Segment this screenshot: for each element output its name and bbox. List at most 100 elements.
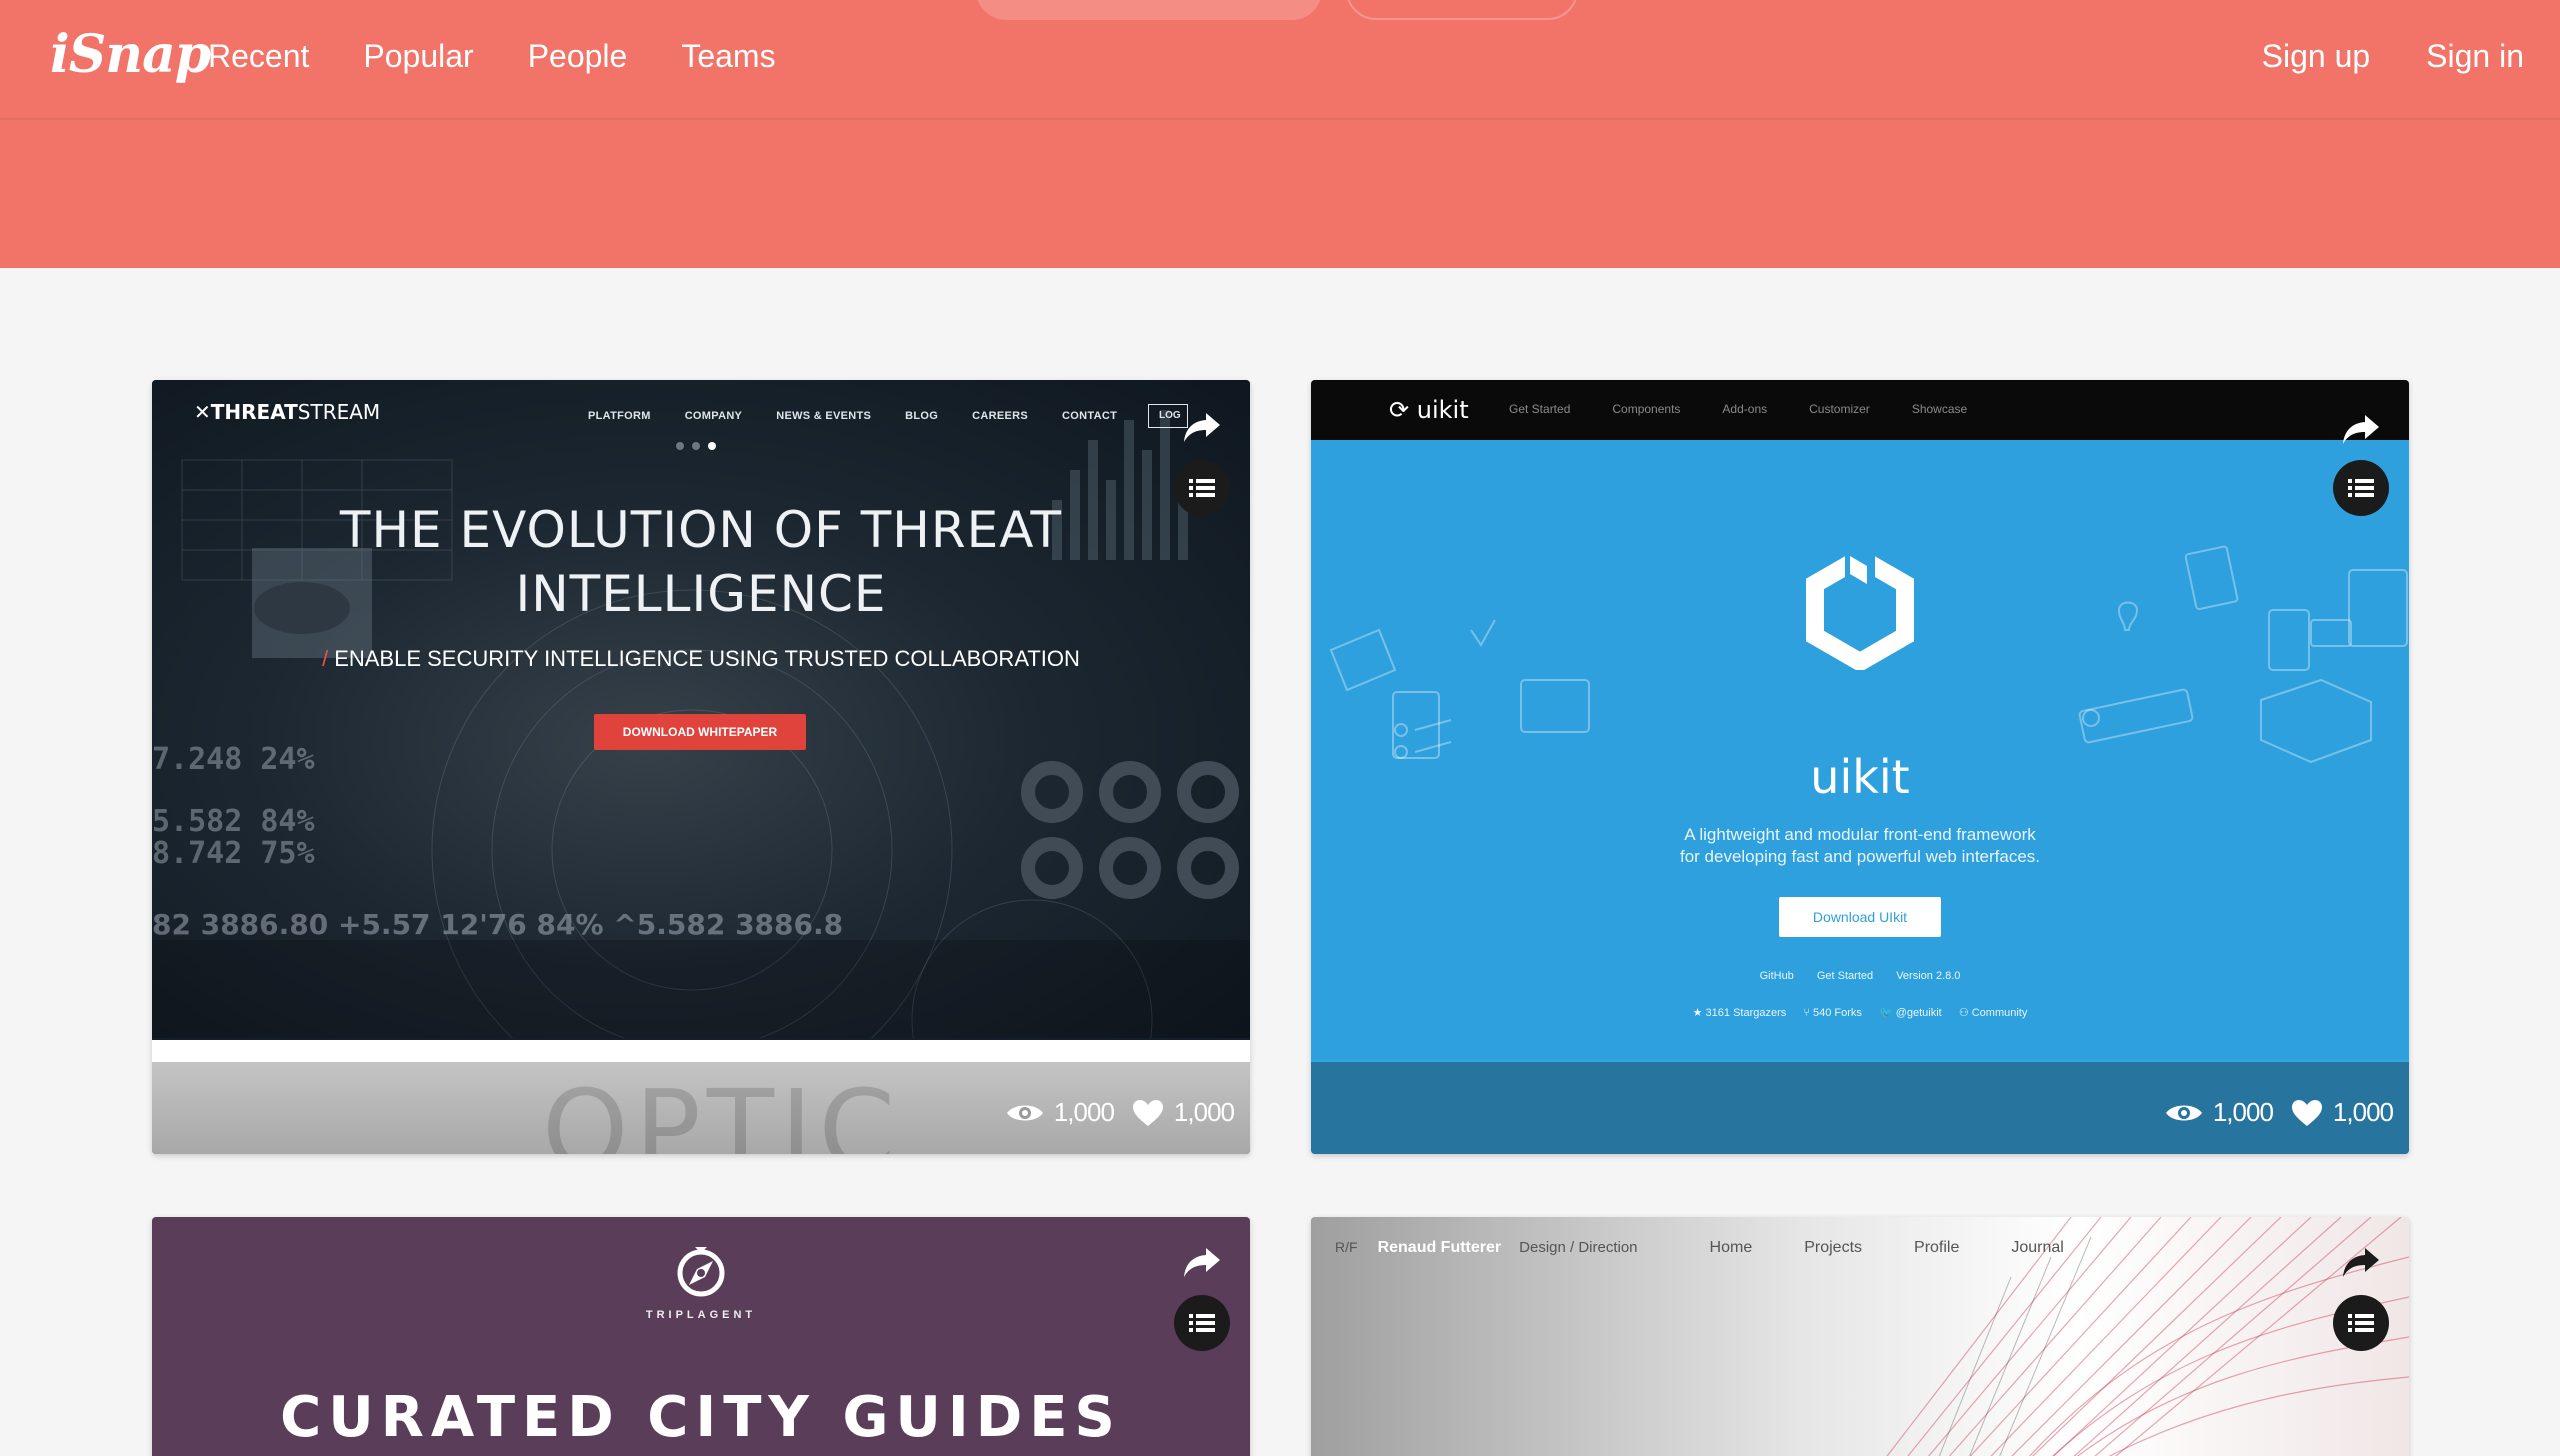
card-stats-bar: 1,000 1,000	[1311, 1062, 2409, 1154]
bg-number: 7.248 24%	[152, 742, 315, 777]
bg-number-stream: 82 3886.80 +5.57 12'76 84% ^5.582 3886.8	[152, 908, 844, 941]
bg-number: 8.742 75%	[152, 836, 315, 871]
site-cta: DOWNLOAD WHITEPAPER	[594, 714, 806, 750]
site-brand: TRIPLAGENT	[645, 1309, 757, 1321]
filter-pill[interactable]	[1346, 0, 1578, 20]
heart-icon[interactable]	[2291, 1099, 2323, 1127]
list-icon	[2348, 479, 2374, 497]
site-brand: ✕THREATSTREAM	[194, 400, 380, 424]
site-monogram: R/F	[1335, 1239, 1358, 1255]
site-meta-item: ★ 3161 Stargazers	[1692, 1007, 1787, 1019]
share-button[interactable]	[1174, 1235, 1230, 1291]
site-meta-item: ⚇ Community	[1958, 1007, 2028, 1019]
hero-banner: iSnap Recent Popular People Teams Sign u…	[0, 0, 2560, 268]
snap-screenshot[interactable]: ✕THREATSTREAM PLATFORM COMPANY NEWS & EV…	[152, 380, 1250, 1038]
headline-line: INTELLIGENCE	[515, 565, 887, 623]
eye-icon	[1006, 1105, 1043, 1120]
site-menu-item: Get Started	[1509, 402, 1571, 416]
site-menu-item: NEWS & EVENTS	[776, 410, 872, 422]
list-button[interactable]	[2333, 460, 2389, 516]
site-menu-item: Projects	[1804, 1239, 1863, 1256]
site-menu-item: COMPANY	[684, 410, 743, 422]
brand-bold: THREAT	[210, 400, 298, 424]
site-meta-item: ⑂ 540 Forks	[1803, 1007, 1862, 1019]
share-arrow-icon	[1184, 413, 1220, 442]
share-arrow-icon	[2343, 1248, 2379, 1277]
site-link: Get Started	[1816, 970, 1874, 982]
description-line: A lightweight and modular front-end fram…	[1684, 825, 2036, 844]
nav-popular[interactable]: Popular	[363, 38, 473, 75]
subheadline-text: ENABLE SECURITY INTELLIGENCE USING TRUST…	[334, 646, 1080, 671]
uikit-logo-icon: ⟳	[1389, 396, 1410, 424]
brand-x-icon: ✕	[194, 400, 211, 424]
site-logo[interactable]: iSnap	[50, 24, 211, 85]
bg-footer-word: OPTIC	[542, 1066, 902, 1154]
list-icon	[1189, 479, 1215, 497]
share-button[interactable]	[2333, 402, 2389, 458]
signin-link[interactable]: Sign in	[2426, 38, 2524, 75]
headline-line: THE EVOLUTION OF THREAT	[339, 501, 1063, 559]
nav-people[interactable]: People	[528, 38, 628, 75]
subheadline-slash: /	[322, 646, 329, 671]
site-cta: Download UIkit	[1779, 897, 1941, 937]
view-count: 1,000	[2212, 1097, 2274, 1127]
site-menu: PLATFORM COMPANY NEWS & EVENTS BLOG CARE…	[588, 410, 1151, 422]
top-navbar: iSnap Recent Popular People Teams Sign u…	[0, 0, 2560, 120]
site-menu-item: Showcase	[1911, 402, 1968, 416]
signup-link[interactable]: Sign up	[2262, 38, 2371, 75]
nav-teams[interactable]: Teams	[681, 38, 775, 75]
uikit-hero-logo-icon	[1806, 550, 1914, 670]
site-meta: ★ 3161 Stargazers ⑂ 540 Forks 🐦 @getuiki…	[1311, 1006, 2409, 1019]
site-links: GitHub Get Started Version 2.8.0	[1311, 970, 2409, 982]
site-meta-item: 🐦 @getuikit	[1878, 1007, 1942, 1019]
snap-card[interactable]: ⟳ uikit Get Started Components Add-ons C…	[1311, 380, 2409, 1154]
snap-screenshot[interactable]: R/F Renaud Futterer Design / Direction H…	[1311, 1217, 2409, 1456]
share-button[interactable]	[2333, 1235, 2389, 1291]
site-menu-item: CAREERS	[972, 410, 1029, 422]
main-nav: Recent Popular People Teams	[208, 38, 830, 75]
auth-links: Sign up Sign in	[2206, 38, 2524, 75]
like-count: 1,000	[1173, 1097, 1235, 1127]
card-stats-bar: OPTIC 1,000 1,000	[152, 1040, 1250, 1154]
view-count: 1,000	[1053, 1097, 1115, 1127]
site-menu-item: Components	[1612, 402, 1681, 416]
site-subheadline: / ENABLE SECURITY INTELLIGENCE USING TRUS…	[152, 646, 1250, 672]
brand-light: STREAM	[297, 400, 381, 424]
site-link: GitHub	[1759, 970, 1794, 982]
snap-card[interactable]: R/F Renaud Futterer Design / Direction H…	[1311, 1217, 2409, 1456]
snap-screenshot[interactable]: TRIPLAGENT CURATED CITY GUIDES	[152, 1217, 1250, 1456]
site-navbar: R/F Renaud Futterer Design / Direction H…	[1335, 1239, 2116, 1257]
site-menu-item: PLATFORM	[588, 410, 651, 422]
card-stats: 1,000 1,000	[1006, 1097, 1235, 1128]
site-description: A lightweight and modular front-end fram…	[1311, 824, 2409, 868]
search-pill[interactable]	[976, 0, 1322, 20]
site-headline: uikit	[1810, 750, 1910, 804]
site-menu-item: Customizer	[1809, 402, 1870, 416]
share-arrow-icon	[1184, 1248, 1220, 1277]
site-menu-item: BLOG	[905, 410, 939, 422]
snap-card[interactable]: ✕THREATSTREAM PLATFORM COMPANY NEWS & EV…	[152, 380, 1250, 1154]
share-arrow-icon	[2343, 415, 2379, 444]
share-button[interactable]	[1174, 400, 1230, 456]
list-button[interactable]	[1174, 1295, 1230, 1351]
list-button[interactable]	[2333, 1295, 2389, 1351]
site-brand: Renaud Futterer	[1377, 1239, 1502, 1256]
site-menu-item: Add-ons	[1722, 402, 1768, 416]
site-menu-item: Profile	[1914, 1239, 1960, 1256]
list-button[interactable]	[1174, 460, 1230, 516]
carousel-dots	[676, 442, 724, 450]
site-headline: CURATED CITY GUIDES	[280, 1385, 1122, 1450]
site-menu: Home Projects Profile Journal	[1710, 1239, 2116, 1257]
site-menu-item: Home	[1709, 1239, 1753, 1256]
list-icon	[1189, 1314, 1215, 1332]
snap-card[interactable]: TRIPLAGENT CURATED CITY GUIDES	[152, 1217, 1250, 1456]
heart-icon[interactable]	[1132, 1099, 1164, 1127]
nav-recent[interactable]: Recent	[208, 38, 309, 75]
site-role: Design / Direction	[1519, 1239, 1638, 1256]
site-menu-item: Journal	[2011, 1239, 2064, 1256]
site-navbar: ⟳ uikit Get Started Components Add-ons C…	[1311, 380, 2409, 440]
snap-screenshot[interactable]: ⟳ uikit Get Started Components Add-ons C…	[1311, 380, 2409, 1060]
site-brand: ⟳ uikit	[1389, 396, 1469, 424]
site-menu-item: CONTACT	[1062, 410, 1118, 422]
like-count: 1,000	[2332, 1097, 2394, 1127]
